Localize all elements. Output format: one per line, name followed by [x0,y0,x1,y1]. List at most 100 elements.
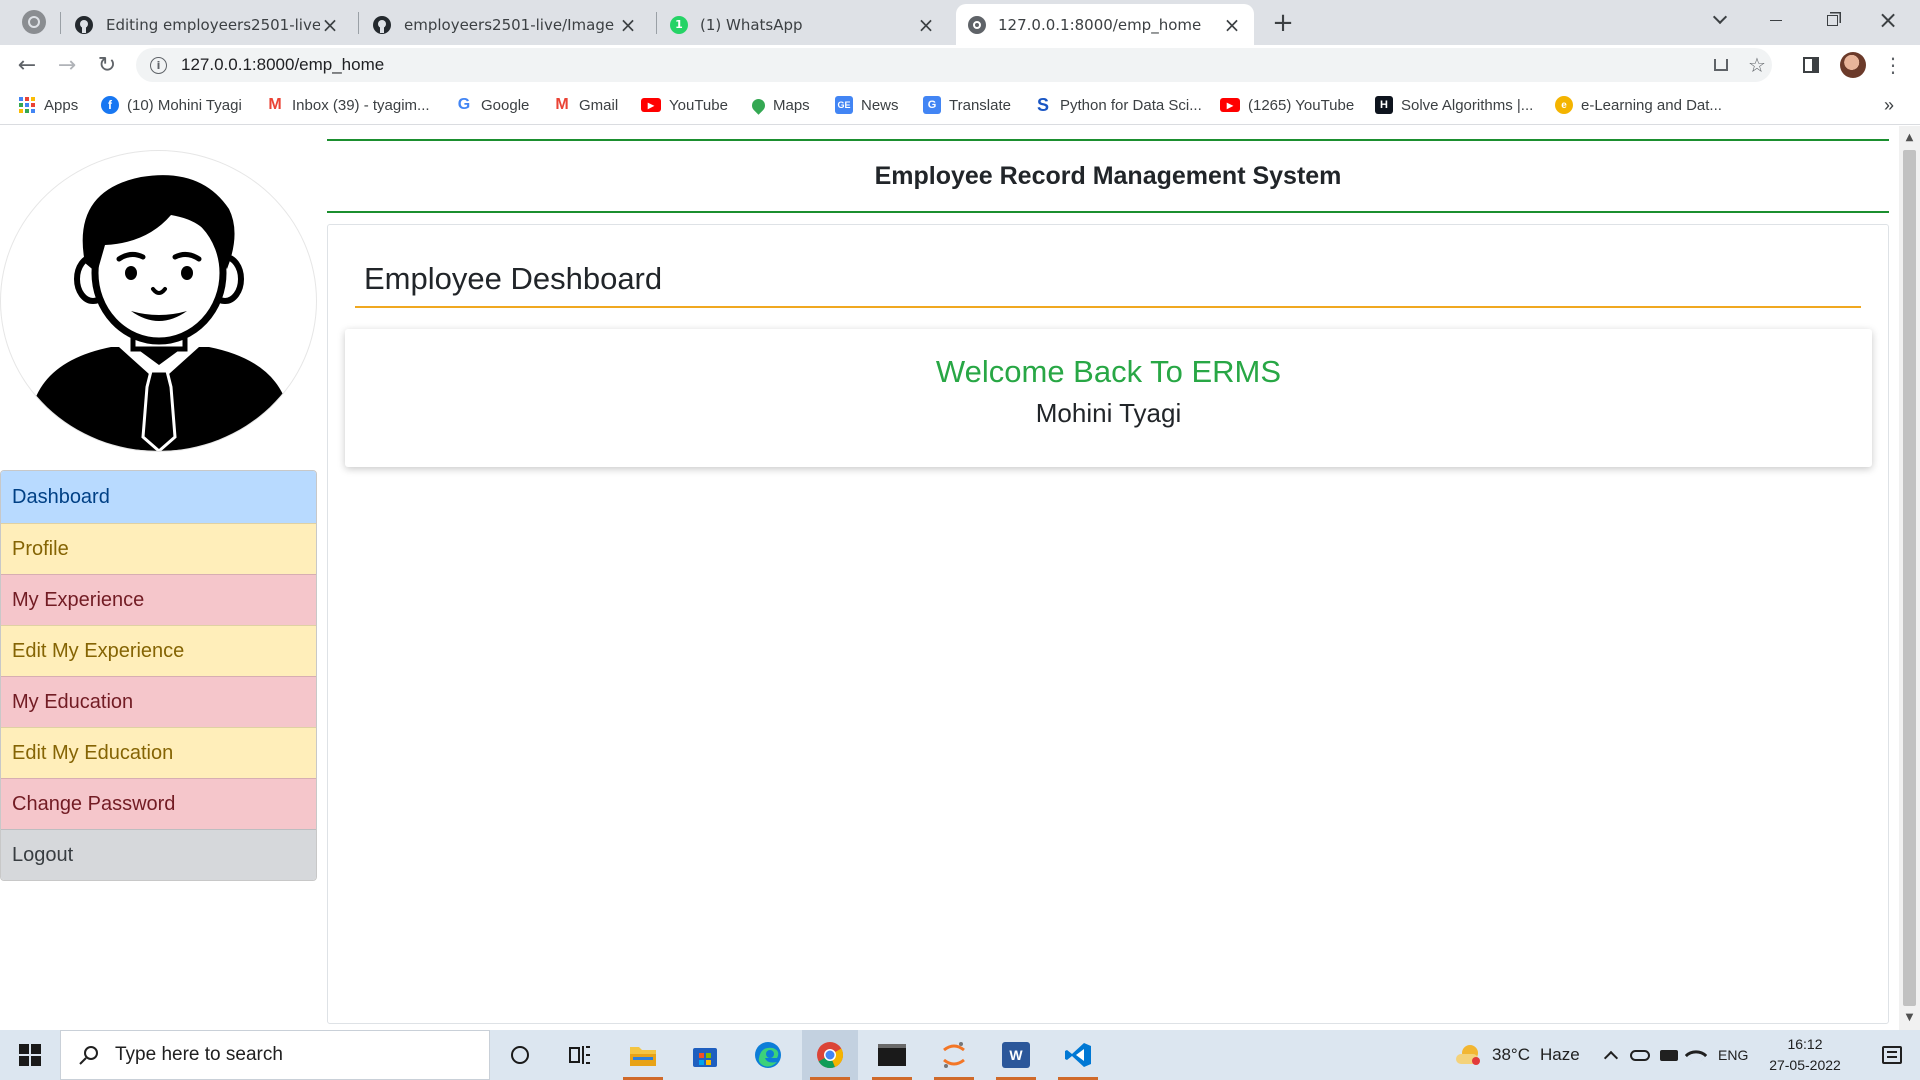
reload-button[interactable]: ↻ [92,50,122,80]
start-button[interactable] [0,1030,60,1080]
maps-icon [749,95,768,115]
restore-button[interactable] [1804,0,1860,40]
bookmark-news[interactable]: GE News [835,93,899,117]
sidebar-item-edit-my-experience[interactable]: Edit My Experience [1,625,316,676]
share-icon [1714,59,1728,71]
star-icon: ☆ [1748,53,1766,77]
close-icon[interactable]: × [320,13,340,37]
notification-icon [1882,1046,1902,1064]
taskbar-chrome[interactable] [802,1030,858,1080]
bookmark-label: Python for Data Sci... [1060,96,1202,114]
user-name: Mohini Tyagi [1035,398,1182,428]
tab-github-image[interactable]: employeers2501-live/Image at m × [360,4,650,45]
menu-button[interactable]: ⋮ [1878,50,1908,80]
page-scrollbar[interactable]: ▲ ▼ [1899,126,1920,1030]
task-view-button[interactable] [552,1030,608,1080]
taskbar-edge[interactable] [740,1030,796,1080]
close-icon[interactable]: × [916,13,936,37]
bookmark-gmail[interactable]: M Gmail [553,93,618,117]
bookmark-label: e-Learning and Dat... [1581,96,1722,114]
url-text[interactable]: 127.0.0.1:8000/emp_home [181,55,384,75]
tab-list-button[interactable] [1692,0,1748,40]
tab-whatsapp[interactable]: 1 (1) WhatsApp × [658,4,948,45]
wifi-icon[interactable] [1684,1043,1708,1067]
clock-date: 27-05-2022 [1769,1057,1841,1073]
sidebar: Dashboard Profile My Experience Edit My … [0,126,317,1030]
taskbar-search-box[interactable]: Type here to search [60,1030,490,1080]
forward-button[interactable]: → [52,50,82,80]
tab-separator [60,12,61,34]
sidebar-item-my-experience[interactable]: My Experience [1,574,316,625]
minimize-button[interactable] [1748,0,1804,40]
bookmark-apps[interactable]: Apps [18,93,78,117]
arrow-right-icon: → [57,52,77,78]
search-icon [79,1045,99,1065]
notification-center-button[interactable] [1864,1030,1920,1080]
info-icon[interactable]: i [150,56,167,74]
sidebar-item-label: Change Password [12,792,176,815]
battery-icon[interactable] [1660,1049,1678,1061]
gmail-icon: M [555,96,569,113]
sidebar-item-logout[interactable]: Logout [1,829,316,880]
sidebar-item-profile[interactable]: Profile [1,523,316,574]
close-window-button[interactable]: × [1860,0,1916,40]
language-indicator[interactable]: ENG [1718,1047,1748,1063]
scroll-up-arrow-icon[interactable]: ▲ [1904,132,1915,143]
share-button[interactable] [1704,48,1738,82]
edge-icon [753,1040,783,1070]
taskbar-word[interactable]: W [988,1030,1044,1080]
chevron-up-icon[interactable] [1603,1050,1619,1066]
taskbar-jupyter[interactable] [926,1030,982,1080]
task-view-icon [569,1045,591,1065]
scrollbar-thumb[interactable] [1903,150,1916,1006]
cortana-circle-icon [511,1046,529,1064]
sidebar-item-change-password[interactable]: Change Password [1,778,316,829]
whatsapp-icon: 1 [670,15,688,34]
address-bar[interactable]: i 127.0.0.1:8000/emp_home ☆ [136,48,1772,82]
taskbar-vscode[interactable] [1050,1030,1106,1080]
user-avatar-image [0,150,317,452]
chrome-icon [816,1041,844,1069]
close-icon[interactable]: × [1222,13,1242,37]
taskbar-file-explorer[interactable] [615,1030,671,1080]
taskbar-terminal[interactable] [864,1030,920,1080]
scroll-down-arrow-icon[interactable]: ▼ [1904,1012,1915,1023]
more-bookmarks-button[interactable]: » [1884,93,1894,117]
bookmark-maps[interactable]: Maps [749,93,810,117]
new-tab-button[interactable]: + [1268,8,1298,38]
bookmark-hackerrank[interactable]: H Solve Algorithms |... [1375,93,1533,117]
taskbar-microsoft-store[interactable] [677,1030,733,1080]
tab-emp-home[interactable]: 127.0.0.1:8000/emp_home × [956,4,1254,45]
elearning-icon: e [1555,96,1573,114]
tab-editing-readme[interactable]: Editing employeers2501-live/REA × [62,4,352,45]
weather-widget[interactable]: 38°C Haze [1456,1030,1580,1080]
bookmark-facebook[interactable]: f (10) Mohini Tyagi [101,93,242,117]
close-icon[interactable]: × [618,13,638,37]
bookmark-google[interactable]: G Google [455,93,530,117]
bookmark-elearning[interactable]: e e-Learning and Dat... [1555,93,1722,117]
back-button[interactable]: ← [12,50,42,80]
vscode-icon [1064,1041,1092,1069]
app-header: Employee Record Management System [327,139,1889,213]
profile-avatar[interactable] [1840,52,1866,78]
bookmark-inbox[interactable]: M Inbox (39) - tyagim... [266,93,429,117]
bookmark-youtube[interactable]: ▶ YouTube [641,93,728,117]
sidebar-item-my-education[interactable]: My Education [1,676,316,727]
sidebar-item-edit-my-education[interactable]: Edit My Education [1,727,316,778]
tab-search-button[interactable] [22,10,46,34]
system-clock[interactable]: 16:12 27-05-2022 [1760,1034,1850,1076]
welcome-panel: Welcome Back To ERMS Mohini Tyagi [345,329,1872,467]
bookmark-youtube-count[interactable]: ▶ (1265) YouTube [1220,93,1354,117]
sidebar-item-dashboard[interactable]: Dashboard [1,471,316,523]
browser-toolbar: ← → ↻ i 127.0.0.1:8000/emp_home ☆ ⋮ [0,45,1920,85]
tab-title: 127.0.0.1:8000/emp_home [998,15,1202,34]
youtube-icon: ▶ [1220,98,1240,112]
bookmark-translate[interactable]: G Translate [923,93,1011,117]
onedrive-cloud-icon[interactable] [1630,1049,1650,1061]
bookmark-star-button[interactable]: ☆ [1740,48,1774,82]
close-icon: × [1877,6,1899,34]
side-panel-button[interactable] [1796,50,1826,80]
word-icon: W [1002,1042,1030,1068]
cortana-button[interactable] [492,1030,548,1080]
bookmark-python[interactable]: S Python for Data Sci... [1034,93,1202,117]
